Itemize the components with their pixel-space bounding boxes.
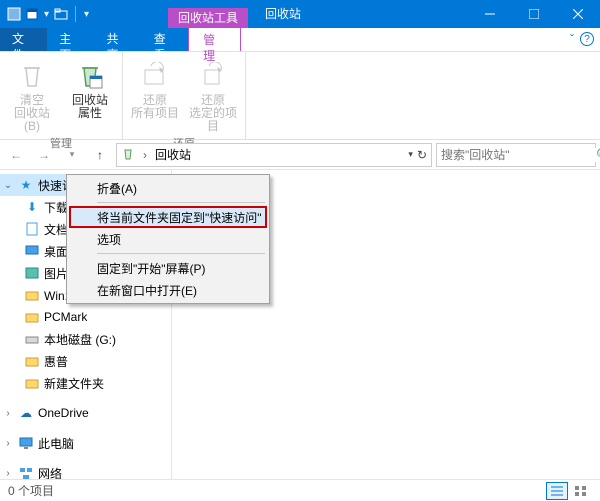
close-button[interactable] (556, 0, 600, 28)
ribbon-tab-row: 文件 主页 共享 查看 管理 ˇ ? (0, 28, 600, 52)
menu-item-pin-start[interactable]: 固定到"开始"屏幕(P) (69, 257, 267, 279)
menu-item-collapse[interactable]: 折叠(A) (69, 177, 267, 199)
nav-recent-dropdown[interactable]: ▾ (60, 143, 84, 167)
ribbon-group-restore: 还原 所有项目 还原 选定的项目 还原 (123, 52, 246, 139)
tab-view[interactable]: 查看 (142, 27, 189, 51)
menu-separator (97, 253, 265, 254)
menu-item-new-window[interactable]: 在新窗口中打开(E) (69, 279, 267, 301)
pictures-icon (24, 265, 40, 281)
folder-icon (24, 309, 40, 325)
tab-manage[interactable]: 管理 (188, 27, 241, 51)
restore-selected-button[interactable]: 还原 选定的项目 (189, 60, 237, 133)
qat-properties-icon[interactable] (24, 6, 40, 22)
ribbon-group-manage: 清空 回收站(B) 回收站 属性 管理 (0, 52, 123, 139)
recycle-bin-properties-button[interactable]: 回收站 属性 (66, 60, 114, 120)
qat-customize-icon[interactable]: ▾ (82, 9, 91, 20)
recycle-bin-icon (121, 147, 137, 163)
chevron-down-icon[interactable]: ⌄ (2, 180, 14, 191)
drive-icon (24, 331, 40, 347)
nav-item-folder[interactable]: PCMark (0, 306, 171, 328)
folder-icon (24, 353, 40, 369)
network-icon (18, 465, 34, 479)
nav-forward-button[interactable]: → (32, 143, 56, 167)
search-box[interactable]: 🔍 (436, 143, 596, 167)
document-icon (24, 221, 40, 237)
view-details-button[interactable] (546, 482, 568, 500)
restore-selected-icon (197, 60, 229, 92)
chevron-right-icon[interactable]: › (141, 148, 149, 162)
address-bar: ← → ▾ ↑ › 回收站 ▾↻ 🔍 (0, 140, 600, 170)
chevron-right-icon[interactable]: › (2, 438, 14, 449)
desktop-icon (24, 243, 40, 259)
menu-item-pin-quick-access[interactable]: 将当前文件夹固定到"快速访问" (69, 206, 267, 228)
path-segment[interactable]: 回收站 (153, 146, 193, 163)
tab-file[interactable]: 文件 (0, 27, 47, 51)
nav-item-folder[interactable]: 惠普 (0, 350, 171, 372)
nav-item-folder[interactable]: 新建文件夹 (0, 372, 171, 394)
menu-item-options[interactable]: 选项 (69, 228, 267, 250)
maximize-button[interactable] (512, 0, 556, 28)
qat-newfolder-icon[interactable] (53, 6, 69, 22)
tab-home[interactable]: 主页 (47, 27, 94, 51)
nav-onedrive[interactable]: ›☁OneDrive (0, 402, 171, 424)
empty-recycle-bin-button[interactable]: 清空 回收站(B) (8, 60, 56, 133)
cloud-icon: ☁ (18, 405, 34, 421)
ribbon-collapse-icon[interactable]: ˇ (570, 32, 580, 46)
quick-access-toolbar: ▾ ▾ (0, 6, 91, 22)
download-icon: ⬇ (24, 199, 40, 215)
recycle-bin-props-icon (74, 60, 106, 92)
search-icon[interactable]: 🔍 (596, 148, 600, 162)
recycle-bin-empty-icon (16, 60, 48, 92)
view-icons-button[interactable] (570, 482, 592, 500)
nav-network[interactable]: ›网络 (0, 462, 171, 479)
chevron-right-icon[interactable]: › (2, 468, 14, 479)
nav-back-button[interactable]: ← (4, 143, 28, 167)
search-input[interactable] (441, 148, 596, 162)
menu-separator (97, 202, 265, 203)
pc-icon (18, 435, 34, 451)
folder-icon (24, 287, 40, 303)
star-icon: ★ (18, 177, 34, 193)
chevron-right-icon[interactable]: › (2, 408, 14, 419)
window-title: 回收站 (265, 0, 301, 28)
restore-all-icon (139, 60, 171, 92)
address-path[interactable]: › 回收站 ▾↻ (116, 143, 432, 167)
qat-dropdown-icon[interactable]: ▾ (42, 9, 51, 20)
nav-up-button[interactable]: ↑ (88, 143, 112, 167)
context-tab-header: 回收站工具 (168, 8, 248, 28)
help-icon[interactable]: ? (580, 32, 594, 46)
ribbon: 清空 回收站(B) 回收站 属性 管理 还原 所有项目 还原 选定的项目 还原 (0, 52, 600, 140)
app-icon (6, 6, 22, 22)
minimize-button[interactable] (468, 0, 512, 28)
status-bar: 0 个项目 (0, 479, 600, 501)
folder-icon (24, 375, 40, 391)
restore-all-button[interactable]: 还原 所有项目 (131, 60, 179, 120)
context-menu: 折叠(A) 将当前文件夹固定到"快速访问" 选项 固定到"开始"屏幕(P) 在新… (66, 174, 270, 304)
nav-item-drive[interactable]: 本地磁盘 (G:) (0, 328, 171, 350)
refresh-dropdown[interactable]: ▾↻ (408, 148, 427, 162)
title-bar: ▾ ▾ 回收站工具 回收站 (0, 0, 600, 28)
nav-this-pc[interactable]: ›此电脑 (0, 432, 171, 454)
tab-share[interactable]: 共享 (95, 27, 142, 51)
status-item-count: 0 个项目 (8, 482, 54, 499)
